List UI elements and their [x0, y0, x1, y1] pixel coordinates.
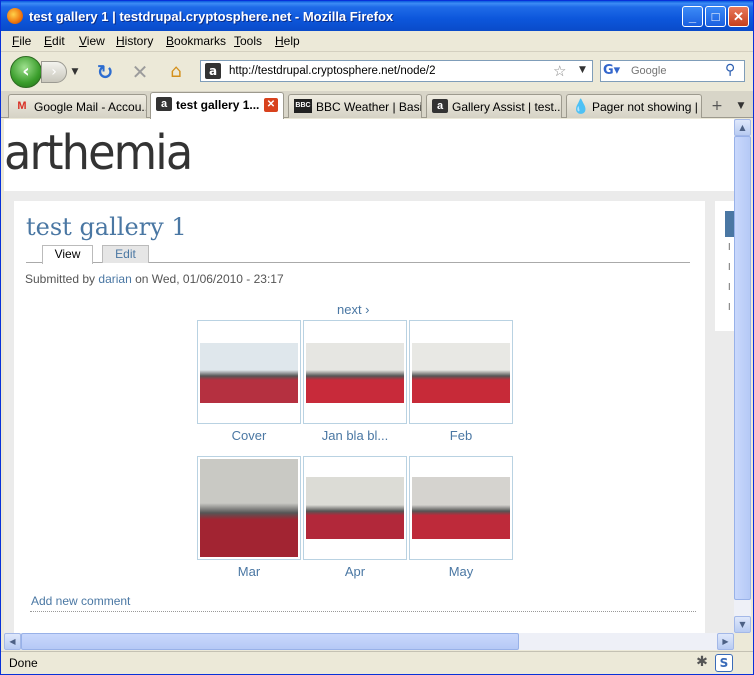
tab-pager-not-showing[interactable]: 💧 Pager not showing | ...: [566, 94, 702, 118]
vertical-scrollbar[interactable]: ▲ ▼: [734, 119, 751, 633]
add-comment-link[interactable]: Add new comment: [31, 594, 130, 608]
tab-label: Pager not showing | ...: [592, 100, 702, 114]
gallery-label[interactable]: May: [409, 564, 513, 579]
search-input[interactable]: [631, 64, 719, 78]
firebug-icon[interactable]: ✱: [693, 654, 711, 672]
scroll-right-icon[interactable]: ▶: [717, 633, 734, 650]
minimize-button[interactable]: _: [682, 6, 703, 27]
author-link[interactable]: darian: [98, 272, 131, 286]
tab-test-gallery[interactable]: a test gallery 1... ✕: [150, 92, 284, 119]
gallery-photo[interactable]: [412, 477, 510, 539]
pager-next-link[interactable]: next ›: [337, 302, 370, 317]
horizontal-scroll-thumb[interactable]: [21, 633, 519, 650]
gallery-thumb-cover[interactable]: [197, 320, 301, 424]
gallery-thumb-jan[interactable]: [303, 320, 407, 424]
gallery-label[interactable]: Cover: [197, 428, 301, 443]
scroll-down-icon[interactable]: ▼: [734, 616, 751, 633]
status-text: Done: [9, 656, 38, 670]
gallery-photo[interactable]: [200, 343, 298, 403]
close-tab-icon[interactable]: ✕: [264, 98, 278, 112]
skype-icon[interactable]: S: [715, 654, 733, 672]
site-a-icon: a: [432, 99, 448, 113]
menu-file[interactable]: File: [12, 34, 31, 48]
search-box[interactable]: G▾ ⚲: [600, 60, 745, 82]
submitted-prefix: Submitted by: [25, 272, 96, 286]
close-window-button[interactable]: ✕: [728, 6, 749, 27]
tab-label: test gallery 1...: [176, 98, 260, 112]
gallery-label[interactable]: Jan bla bl...: [303, 428, 407, 443]
page-viewport: arthemia test gallery 1 View Edit Submit…: [4, 119, 734, 633]
divider: [30, 611, 696, 612]
gallery-thumb-may[interactable]: [409, 456, 513, 560]
menu-tools[interactable]: Tools: [234, 34, 262, 48]
tab-edit[interactable]: Edit: [102, 245, 149, 263]
scroll-up-icon[interactable]: ▲: [734, 119, 751, 136]
gallery-photo[interactable]: [412, 343, 510, 403]
gallery-photo[interactable]: [306, 343, 404, 403]
gallery-label[interactable]: Apr: [303, 564, 407, 579]
sidebar-block: l l l l: [715, 201, 734, 331]
scroll-left-icon[interactable]: ◀: [4, 633, 21, 650]
drupal-icon: 💧: [572, 98, 590, 114]
scroll-corner: [734, 633, 751, 650]
submitted-info: Submitted by darian on Wed, 01/06/2010 -…: [25, 272, 284, 286]
gallery-thumb-feb[interactable]: [409, 320, 513, 424]
firefox-icon: [7, 8, 23, 24]
reload-icon[interactable]: ↻: [94, 61, 116, 83]
forward-button[interactable]: ›: [41, 61, 67, 83]
status-bar: Done ✱ S: [1, 651, 753, 674]
maximize-button[interactable]: □: [705, 6, 726, 27]
tab-gallery-assist[interactable]: a Gallery Assist | test...: [426, 94, 562, 118]
gallery-photo[interactable]: [200, 459, 298, 557]
tab-bbc-weather[interactable]: BBC BBC Weather | Basi...: [288, 94, 422, 118]
tab-strip: M Google Mail - Accou... a test gallery …: [1, 91, 753, 119]
menu-bar: File Edit View History Bookmarks Tools H…: [1, 31, 753, 51]
sidebar-header: [725, 211, 734, 237]
gallery-label[interactable]: Mar: [197, 564, 301, 579]
tab-google-mail[interactable]: M Google Mail - Accou...: [8, 94, 147, 118]
menu-help[interactable]: Help: [275, 34, 300, 48]
horizontal-scrollbar[interactable]: ◀ ▶: [4, 633, 734, 650]
window-title: test gallery 1 | testdrupal.cryptosphere…: [29, 9, 394, 24]
page-title: test gallery 1: [26, 213, 187, 241]
menu-bookmarks[interactable]: Bookmarks: [166, 34, 226, 48]
title-bar[interactable]: test gallery 1 | testdrupal.cryptosphere…: [1, 1, 753, 31]
gmail-icon: M: [17, 100, 27, 112]
stop-icon[interactable]: ✕: [129, 61, 151, 83]
url-dropdown-icon[interactable]: ▼: [579, 65, 586, 75]
tab-label: Google Mail - Accou...: [34, 100, 147, 114]
address-bar[interactable]: a http://testdrupal.cryptosphere.net/nod…: [200, 60, 593, 82]
gallery-thumb-mar[interactable]: [197, 456, 301, 560]
menu-edit[interactable]: Edit: [44, 34, 65, 48]
tab-label: Gallery Assist | test...: [452, 100, 562, 114]
google-search-engine-icon[interactable]: G▾: [603, 63, 627, 79]
home-icon[interactable]: ⌂: [165, 61, 187, 83]
tab-label: BBC Weather | Basi...: [316, 100, 422, 114]
back-button[interactable]: ‹: [10, 56, 42, 88]
site-name[interactable]: arthemia: [4, 125, 193, 181]
gallery-label[interactable]: Feb: [409, 428, 513, 443]
history-dropdown-icon[interactable]: ▼: [68, 61, 82, 83]
bookmark-star-icon[interactable]: ☆: [553, 62, 566, 80]
submitted-date: on Wed, 01/06/2010 - 23:17: [135, 272, 284, 286]
site-favicon: a: [205, 63, 221, 79]
vertical-scroll-thumb[interactable]: [734, 136, 751, 600]
search-icon[interactable]: ⚲: [725, 62, 735, 78]
tab-view[interactable]: View: [42, 245, 93, 264]
gallery-thumb-apr[interactable]: [303, 456, 407, 560]
bbc-icon: BBC: [294, 99, 312, 113]
menu-history[interactable]: History: [116, 34, 153, 48]
browser-window: test gallery 1 | testdrupal.cryptosphere…: [0, 0, 754, 675]
site-a-icon: a: [156, 97, 172, 111]
gallery-photo[interactable]: [306, 477, 404, 539]
main-content: test gallery 1 View Edit Submitted by da…: [14, 201, 705, 633]
menu-view[interactable]: View: [79, 34, 105, 48]
node-tabs: View Edit: [26, 245, 690, 264]
tab-list-dropdown-icon[interactable]: ▼: [732, 96, 750, 116]
site-header: arthemia: [4, 119, 734, 191]
url-text[interactable]: http://testdrupal.cryptosphere.net/node/…: [229, 65, 436, 77]
new-tab-icon[interactable]: +: [706, 96, 728, 116]
